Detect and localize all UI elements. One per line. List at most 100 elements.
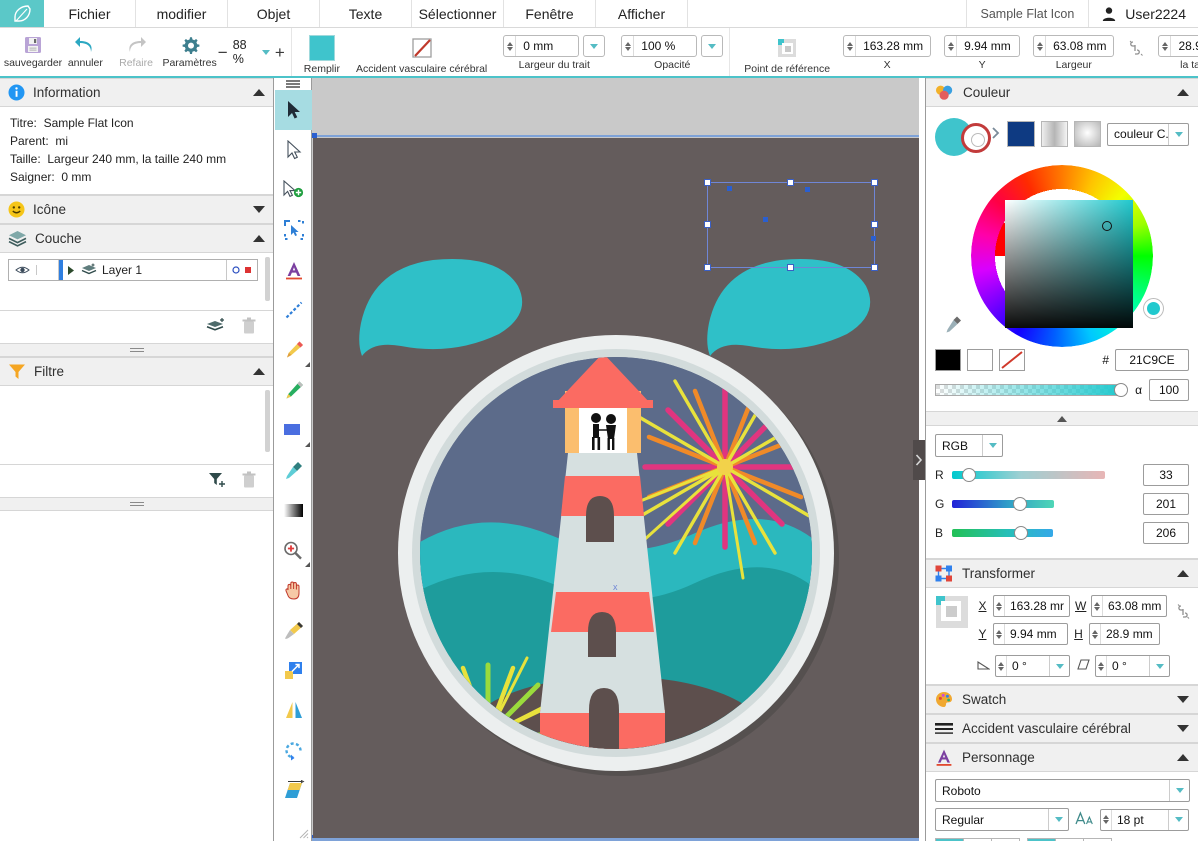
fill-control[interactable]: Remplir — [304, 31, 340, 75]
selection-handle-mr[interactable] — [871, 221, 878, 228]
linear-gradient-mode-button[interactable] — [1040, 121, 1068, 147]
hue-cursor[interactable] — [1144, 299, 1163, 318]
pen-tool-more-icon[interactable] — [305, 362, 310, 367]
g-input[interactable]: 201 — [1143, 493, 1189, 515]
zoom-out-button[interactable]: − — [218, 44, 228, 61]
anchor-point[interactable] — [763, 217, 768, 222]
layer-scrollbar[interactable] — [265, 257, 270, 301]
triangle-right-icon[interactable] — [63, 265, 79, 275]
h-arrows[interactable] — [1090, 624, 1101, 644]
information-section-header[interactable]: Information — [0, 78, 273, 107]
shear-dropdown[interactable] — [1149, 656, 1169, 676]
opacity-arrows[interactable] — [622, 36, 635, 56]
solid-color-mode-button[interactable] — [1007, 121, 1035, 147]
selection-handle-tm[interactable] — [787, 179, 794, 186]
pen-tool[interactable] — [275, 330, 312, 370]
h-spinner[interactable]: 28.9 mm — [1089, 623, 1160, 645]
color-section-header[interactable]: Couleur — [926, 78, 1198, 107]
y-spinner[interactable]: 9.94 mm — [993, 623, 1068, 645]
b-slider-knob[interactable] — [1014, 526, 1028, 540]
width-value[interactable]: 63.08 mm — [1046, 36, 1113, 56]
no-color-icon[interactable] — [999, 349, 1025, 371]
couche-resize-grip[interactable] — [0, 344, 273, 357]
opacity-value[interactable]: 100 % — [634, 36, 696, 56]
icone-section-header[interactable]: Icône — [0, 195, 273, 224]
character-collapse-icon[interactable] — [1177, 754, 1189, 761]
rotate-value[interactable]: 0 ° — [1007, 656, 1049, 676]
reflect-tool[interactable] — [275, 690, 312, 730]
stroke-control[interactable]: Accident vasculaire cérébral — [356, 31, 487, 75]
filtre-collapse-icon[interactable] — [253, 368, 265, 375]
font-style-combo[interactable]: Regular — [935, 808, 1069, 831]
opacity-dropdown[interactable] — [701, 35, 724, 57]
menu-selectionner[interactable]: Sélectionner — [412, 0, 504, 27]
gradient-tool[interactable] — [275, 490, 312, 530]
font-size-spinner[interactable]: 18 pt — [1100, 808, 1189, 831]
trash-icon[interactable] — [241, 471, 257, 492]
shear-spinner[interactable]: 0 ° — [1095, 655, 1170, 677]
undo-button[interactable]: annuler — [60, 31, 111, 69]
menu-texte[interactable]: Texte — [320, 0, 412, 27]
rectangle-tool-more-icon[interactable] — [305, 442, 310, 447]
r-slider-knob[interactable] — [962, 468, 976, 482]
y-value[interactable]: 9.94 mm — [957, 36, 1019, 56]
filtre-resize-grip[interactable] — [0, 498, 273, 511]
brush-tool[interactable] — [275, 610, 312, 650]
b-input[interactable]: 206 — [1143, 522, 1189, 544]
rotate-dropdown[interactable] — [1049, 656, 1069, 676]
stroke-width-value[interactable]: 0 mm — [516, 36, 578, 56]
information-collapse-icon[interactable] — [253, 89, 265, 96]
sv-cursor[interactable] — [1102, 221, 1112, 231]
marquee-select-tool[interactable] — [275, 210, 312, 250]
font-family-value[interactable]: Roboto — [936, 780, 1169, 801]
height-spinner[interactable]: 28.9 mm — [1158, 35, 1198, 57]
save-button[interactable]: sauvegarder — [4, 31, 62, 69]
opacity-spinner[interactable]: 100 % — [621, 35, 698, 57]
w-arrows[interactable] — [1092, 596, 1104, 616]
width-arrows[interactable] — [1034, 36, 1047, 56]
transform-section-header[interactable]: Transformer — [926, 559, 1198, 588]
reference-point-control[interactable]: Point de référence — [744, 31, 830, 75]
width-spinner[interactable]: 63.08 mm — [1033, 35, 1115, 57]
app-logo[interactable] — [0, 0, 44, 27]
chevron-down-icon[interactable] — [982, 435, 1002, 456]
selection-handle-ml[interactable] — [704, 221, 711, 228]
filter-scrollbar[interactable] — [265, 390, 270, 452]
layer-lock-cell[interactable] — [37, 260, 59, 280]
settings-button[interactable]: Paramètres — [161, 31, 217, 69]
alpha-slider-track[interactable] — [935, 384, 1124, 396]
g-slider-knob[interactable] — [1013, 497, 1027, 511]
height-arrows[interactable] — [1159, 36, 1172, 56]
color-wheel-widget[interactable] — [935, 158, 1190, 353]
w-spinner[interactable]: 63.08 mm — [1091, 595, 1168, 617]
r-input[interactable]: 33 — [1143, 464, 1189, 486]
line-tool[interactable] — [275, 290, 312, 330]
eyedropper-icon[interactable] — [945, 315, 963, 337]
couche-collapse-icon[interactable] — [253, 235, 265, 242]
rotate-tool[interactable] — [275, 730, 312, 770]
link-dimensions-button[interactable] — [1175, 595, 1192, 624]
font-family-combo[interactable]: Roboto — [935, 779, 1190, 802]
direct-select-tool[interactable] — [275, 130, 312, 170]
redo-button[interactable]: Refaire — [111, 31, 162, 69]
anchor-point[interactable] — [727, 186, 732, 191]
swatch-collapse-icon[interactable] — [1177, 696, 1189, 703]
color-space-combo[interactable]: RGB — [935, 434, 1003, 457]
text-tool[interactable] — [275, 250, 312, 290]
y-spinner[interactable]: 9.94 mm — [944, 35, 1021, 57]
zoom-tool[interactable] — [275, 530, 312, 570]
select-tool[interactable] — [275, 90, 312, 130]
alpha-input[interactable]: 100 — [1149, 379, 1189, 401]
radial-gradient-mode-button[interactable] — [1073, 121, 1102, 147]
add-layer-icon[interactable] — [206, 317, 227, 337]
anchor-point[interactable] — [871, 236, 876, 241]
font-size-dropdown[interactable] — [1168, 809, 1188, 830]
stroke-width-dropdown[interactable] — [583, 35, 606, 57]
x-value[interactable]: 163.28 mr — [1005, 596, 1069, 616]
height-value[interactable]: 28.9 mm — [1171, 36, 1198, 56]
eyedropper-tool[interactable] — [275, 450, 312, 490]
layer-status-dots[interactable] — [226, 260, 257, 280]
h-value[interactable]: 28.9 mm — [1101, 624, 1159, 644]
x-value[interactable]: 163.28 mm — [856, 36, 930, 56]
panel-collapse-toggle[interactable] — [913, 440, 925, 480]
